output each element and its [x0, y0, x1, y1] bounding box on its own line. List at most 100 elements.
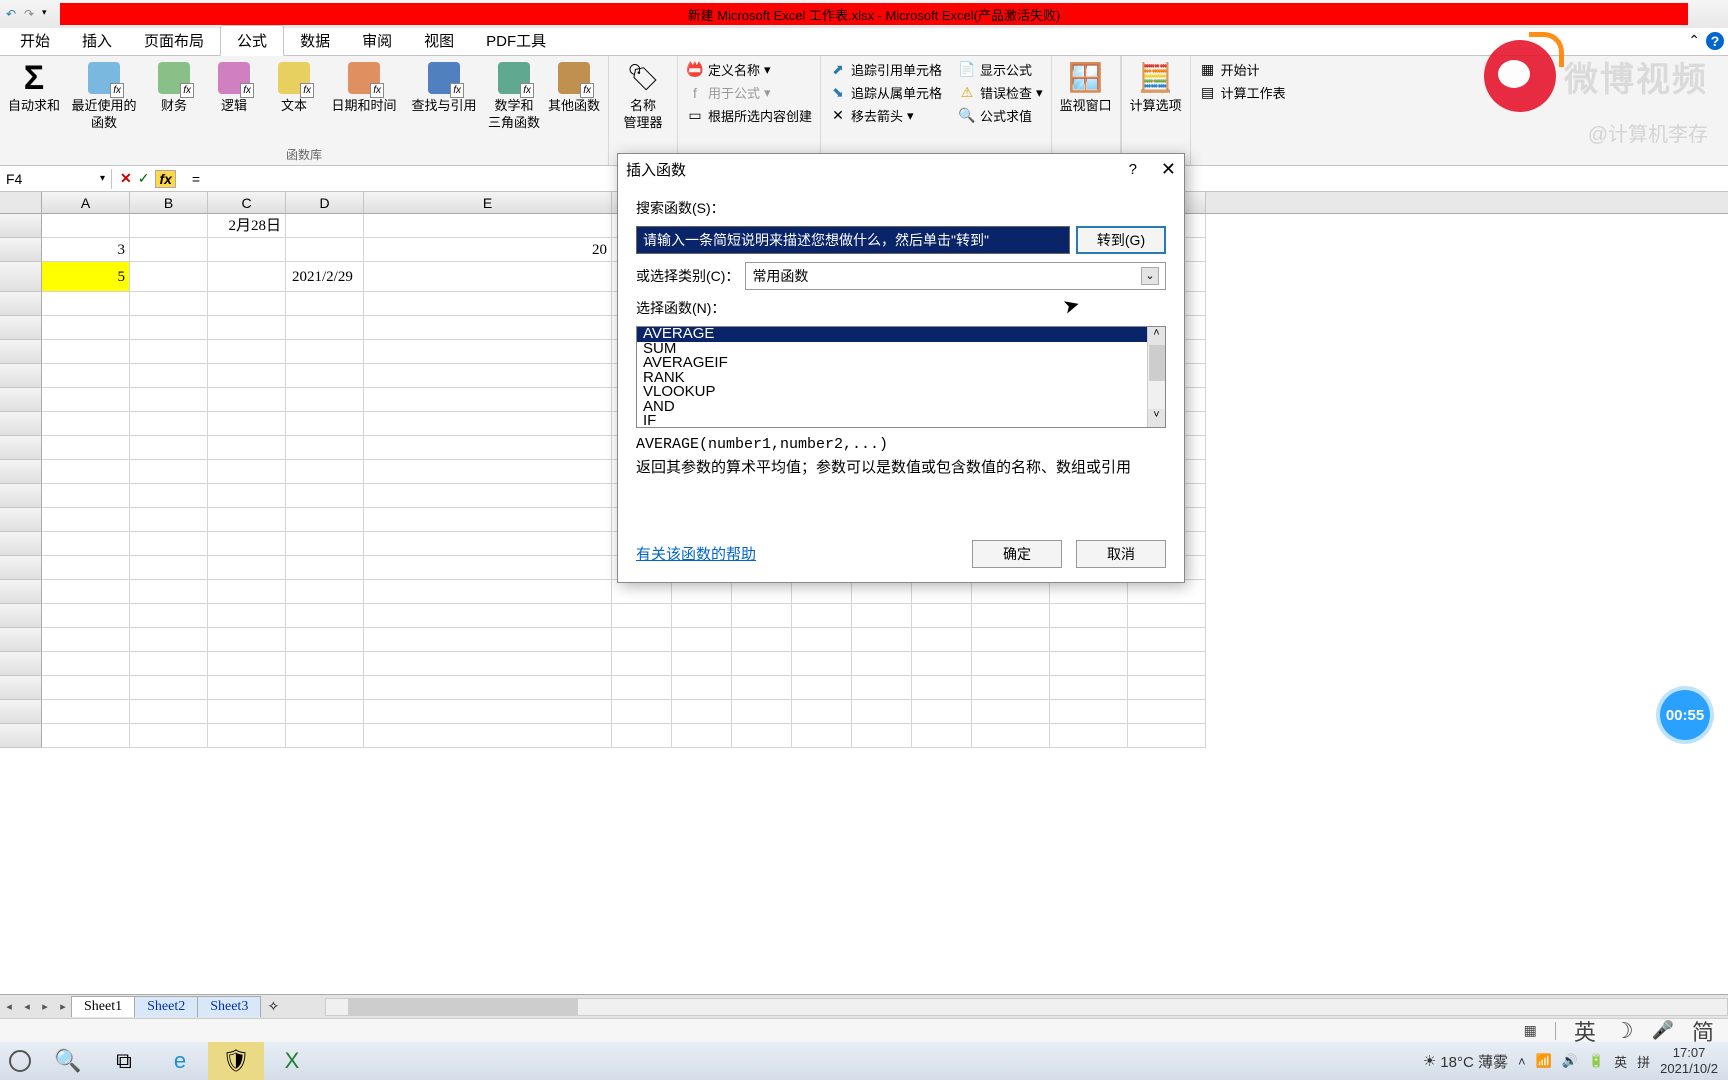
cell-G16[interactable]	[672, 580, 732, 604]
cell-D5[interactable]	[286, 316, 364, 340]
calc-now-button[interactable]: ▦开始计	[1199, 60, 1286, 79]
cell-L16[interactable]	[972, 580, 1050, 604]
cell-L21[interactable]	[972, 700, 1050, 724]
goto-button[interactable]: 转到(G)	[1076, 226, 1166, 254]
trace-dependents-button[interactable]: ⬊追踪从属单元格	[829, 83, 942, 102]
cell-C14[interactable]	[208, 532, 286, 556]
ime-tray-1[interactable]: 英	[1614, 1052, 1627, 1071]
cell-C15[interactable]	[208, 556, 286, 580]
cell-N21[interactable]	[1128, 700, 1206, 724]
tab-review[interactable]: 审阅	[346, 26, 408, 55]
cell-E13[interactable]	[364, 508, 612, 532]
autosum-button[interactable]: Σ自动求和	[8, 60, 60, 115]
new-sheet-icon[interactable]: ✧	[261, 998, 285, 1015]
cell-G19[interactable]	[672, 652, 732, 676]
row-header[interactable]	[0, 292, 42, 316]
cell-A22[interactable]	[42, 724, 130, 748]
cell-F16[interactable]	[612, 580, 672, 604]
sheet-tab-2[interactable]: Sheet2	[134, 996, 198, 1017]
cell-N17[interactable]	[1128, 604, 1206, 628]
cell-B19[interactable]	[130, 652, 208, 676]
cell-B15[interactable]	[130, 556, 208, 580]
cell-G21[interactable]	[672, 700, 732, 724]
cell-F21[interactable]	[612, 700, 672, 724]
row-header[interactable]	[0, 412, 42, 436]
cell-C7[interactable]	[208, 364, 286, 388]
cell-D16[interactable]	[286, 580, 364, 604]
cell-D8[interactable]	[286, 388, 364, 412]
cell-C3[interactable]	[208, 262, 286, 292]
calc-sheet-button[interactable]: ▤计算工作表	[1199, 83, 1286, 102]
cell-A10[interactable]	[42, 436, 130, 460]
fx-icon[interactable]: fx	[155, 170, 175, 188]
col-header-B[interactable]: B	[130, 192, 208, 213]
cell-C10[interactable]	[208, 436, 286, 460]
tab-data[interactable]: 数据	[284, 26, 346, 55]
tray-chevron-icon[interactable]: ˄	[1518, 1054, 1526, 1069]
cell-E22[interactable]	[364, 724, 612, 748]
wifi-icon[interactable]: 📶	[1536, 1053, 1552, 1069]
cell-K18[interactable]	[912, 628, 972, 652]
col-header-E[interactable]: E	[364, 192, 612, 213]
cell-B9[interactable]	[130, 412, 208, 436]
cell-D3[interactable]: 2021/2/29	[286, 262, 364, 292]
cancel-button[interactable]: 取消	[1076, 540, 1166, 568]
volume-icon[interactable]: 🔊	[1562, 1053, 1578, 1069]
cell-E16[interactable]	[364, 580, 612, 604]
dialog-titlebar[interactable]: 插入函数 ? ✕	[618, 154, 1184, 184]
cell-D22[interactable]	[286, 724, 364, 748]
cell-B3[interactable]	[130, 262, 208, 292]
cell-A6[interactable]	[42, 340, 130, 364]
finance-button[interactable]: 财务	[148, 60, 200, 115]
chevron-down-icon[interactable]: ⌄	[1141, 267, 1159, 285]
cell-K21[interactable]	[912, 700, 972, 724]
cell-A20[interactable]	[42, 676, 130, 700]
sheet-tab-3[interactable]: Sheet3	[197, 996, 261, 1017]
cell-H21[interactable]	[732, 700, 792, 724]
cell-H22[interactable]	[732, 724, 792, 748]
evaluate-formula-button[interactable]: 🔍公式求值	[958, 106, 1043, 125]
function-list[interactable]: AVERAGESUMAVERAGEIFRANKVLOOKUPANDIF ˄ ˅	[636, 326, 1166, 428]
cell-H19[interactable]	[732, 652, 792, 676]
trace-precedents-button[interactable]: ⬈追踪引用单元格	[829, 60, 942, 79]
name-box-dropdown-icon[interactable]: ▾	[100, 173, 105, 184]
logic-button[interactable]: 逻辑	[208, 60, 260, 115]
row-header[interactable]	[0, 724, 42, 748]
cell-K20[interactable]	[912, 676, 972, 700]
cell-B12[interactable]	[130, 484, 208, 508]
qat-dropdown-icon[interactable]: ▾	[42, 7, 56, 21]
cell-M20[interactable]	[1050, 676, 1128, 700]
cell-C20[interactable]	[208, 676, 286, 700]
cell-A12[interactable]	[42, 484, 130, 508]
scroll-up-icon[interactable]: ˄	[1148, 327, 1165, 345]
cell-I20[interactable]	[792, 676, 852, 700]
cell-A17[interactable]	[42, 604, 130, 628]
text-button[interactable]: 文本	[268, 60, 320, 115]
horizontal-scrollbar[interactable]	[325, 998, 1728, 1016]
cell-C16[interactable]	[208, 580, 286, 604]
cell-C4[interactable]	[208, 292, 286, 316]
cell-I17[interactable]	[792, 604, 852, 628]
cell-B11[interactable]	[130, 460, 208, 484]
use-in-formula-button[interactable]: f用于公式 ▾	[686, 83, 812, 102]
cell-E10[interactable]	[364, 436, 612, 460]
ime-moon-icon[interactable]: ☽	[1614, 1018, 1634, 1044]
cell-L20[interactable]	[972, 676, 1050, 700]
lookup-button[interactable]: 查找与引用	[408, 60, 480, 115]
cell-F18[interactable]	[612, 628, 672, 652]
cell-B4[interactable]	[130, 292, 208, 316]
cell-K16[interactable]	[912, 580, 972, 604]
cell-C1[interactable]: 2月28日	[208, 214, 286, 238]
cell-E1[interactable]	[364, 214, 612, 238]
error-check-button[interactable]: ⚠错误检查 ▾	[958, 83, 1043, 102]
cell-B6[interactable]	[130, 340, 208, 364]
cell-C12[interactable]	[208, 484, 286, 508]
task-view-icon[interactable]: ⧉	[96, 1042, 152, 1080]
row-header[interactable]	[0, 436, 42, 460]
function-item-averageif[interactable]: AVERAGEIF	[637, 356, 1165, 371]
cell-M19[interactable]	[1050, 652, 1128, 676]
cell-A13[interactable]	[42, 508, 130, 532]
cell-B2[interactable]	[130, 238, 208, 262]
ie-icon[interactable]: e	[152, 1042, 208, 1080]
cell-K22[interactable]	[912, 724, 972, 748]
